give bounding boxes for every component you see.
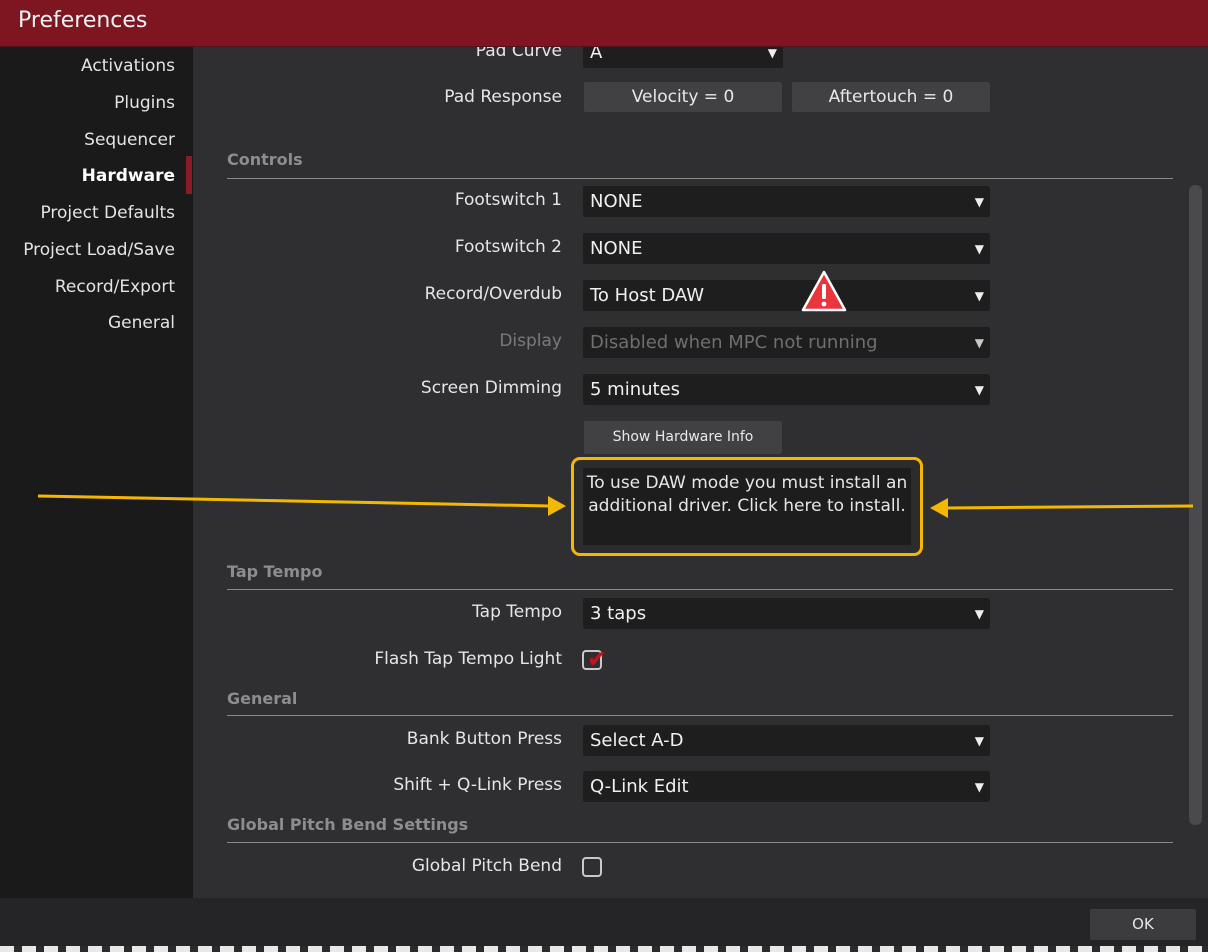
- footswitch1-label: Footswitch 1: [454, 190, 562, 210]
- controls-section-title: Controls: [227, 150, 303, 169]
- sidebar-item-activations[interactable]: Activations: [81, 56, 175, 76]
- check-icon: ✔: [587, 645, 608, 673]
- pad-response-label: Pad Response: [444, 87, 562, 107]
- flash-tap-tempo-label: Flash Tap Tempo Light: [374, 649, 562, 669]
- aftertouch-button[interactable]: Aftertouch = 0: [792, 82, 990, 112]
- display-dropdown: Disabled when MPC not running ▼: [583, 327, 990, 358]
- bottom-edge: [0, 946, 1208, 952]
- ok-button[interactable]: OK: [1090, 909, 1196, 940]
- shift-qlink-label: Shift + Q-Link Press: [393, 775, 562, 795]
- controls-divider: [227, 178, 1173, 179]
- title-bar: Preferences: [0, 0, 1208, 47]
- tooltip-box: To use DAW mode you must install an addi…: [583, 468, 911, 545]
- pitch-bend-divider: [227, 842, 1173, 843]
- pitch-bend-section-title: Global Pitch Bend Settings: [227, 815, 469, 834]
- annotation-arrow-left: [38, 494, 566, 516]
- sidebar-item-hardware[interactable]: Hardware: [82, 166, 175, 186]
- chevron-down-icon: ▼: [767, 47, 777, 60]
- display-label: Display: [499, 331, 562, 351]
- shift-qlink-value: Q-Link Edit: [590, 776, 689, 797]
- flash-tap-tempo-checkbox[interactable]: ✔: [582, 645, 607, 673]
- bank-button-dropdown[interactable]: Select A-D ▼: [583, 725, 990, 756]
- window-title: Preferences: [18, 8, 148, 33]
- global-pitch-bend-checkbox[interactable]: [582, 857, 602, 877]
- tap-tempo-divider: [227, 589, 1173, 590]
- tap-tempo-value: 3 taps: [590, 603, 647, 624]
- pad-curve-value: A: [590, 47, 603, 63]
- chevron-down-icon: ▼: [974, 607, 984, 621]
- hardware-settings-panel: Pad Curve A ▼ Pad Response Velocity = 0 …: [193, 47, 1208, 898]
- display-value: Disabled when MPC not running: [590, 332, 878, 353]
- chevron-down-icon: ▼: [974, 336, 984, 350]
- annotation-arrow-right: [930, 498, 1194, 518]
- footswitch1-value: NONE: [590, 191, 643, 212]
- chevron-down-icon: ▼: [974, 242, 984, 256]
- chevron-down-icon: ▼: [974, 383, 984, 397]
- chevron-down-icon: ▼: [974, 289, 984, 303]
- screen-dimming-dropdown[interactable]: 5 minutes ▼: [583, 374, 990, 405]
- tap-tempo-label: Tap Tempo: [472, 602, 562, 622]
- general-divider: [227, 715, 1173, 716]
- shift-qlink-dropdown[interactable]: Q-Link Edit ▼: [583, 771, 990, 802]
- sidebar-item-general[interactable]: General: [108, 313, 175, 333]
- show-hardware-info-button[interactable]: Show Hardware Info: [584, 421, 782, 454]
- sidebar-item-record-export[interactable]: Record/Export: [55, 277, 175, 297]
- footer-bar: [0, 898, 1208, 952]
- global-pitch-bend-label: Global Pitch Bend: [411, 856, 562, 876]
- daw-driver-message: To use DAW mode you must install an addi…: [586, 473, 908, 516]
- warning-icon: [801, 270, 847, 312]
- tap-tempo-section-title: Tap Tempo: [227, 562, 323, 581]
- record-overdub-dropdown[interactable]: To Host DAW ▼: [583, 280, 990, 311]
- velocity-button[interactable]: Velocity = 0: [584, 82, 782, 112]
- footswitch1-dropdown[interactable]: NONE ▼: [583, 186, 990, 217]
- screen-dimming-label: Screen Dimming: [420, 378, 562, 398]
- chevron-down-icon: ▼: [974, 195, 984, 209]
- bank-button-label: Bank Button Press: [406, 729, 562, 749]
- footswitch2-dropdown[interactable]: NONE ▼: [583, 233, 990, 264]
- sidebar-item-project-load-save[interactable]: Project Load/Save: [23, 240, 175, 260]
- record-overdub-label: Record/Overdub: [424, 284, 562, 304]
- footswitch2-value: NONE: [590, 238, 643, 259]
- record-overdub-value: To Host DAW: [590, 285, 705, 306]
- general-section-title: General: [227, 689, 298, 708]
- daw-driver-tooltip[interactable]: To use DAW mode you must install an addi…: [571, 457, 923, 556]
- chevron-down-icon: ▼: [974, 734, 984, 748]
- pad-curve-dropdown[interactable]: A ▼: [583, 47, 783, 68]
- sidebar: Activations Plugins Sequencer Hardware P…: [0, 47, 193, 898]
- footswitch2-label: Footswitch 2: [454, 237, 562, 257]
- active-item-indicator: [186, 156, 192, 194]
- tap-tempo-dropdown[interactable]: 3 taps ▼: [583, 598, 990, 629]
- screen-dimming-value: 5 minutes: [590, 379, 681, 400]
- bank-button-value: Select A-D: [590, 730, 684, 751]
- sidebar-item-plugins[interactable]: Plugins: [114, 93, 175, 113]
- sidebar-item-sequencer[interactable]: Sequencer: [84, 130, 175, 150]
- chevron-down-icon: ▼: [974, 780, 984, 794]
- pad-curve-label: Pad Curve: [475, 47, 562, 61]
- sidebar-item-project-defaults[interactable]: Project Defaults: [40, 203, 175, 223]
